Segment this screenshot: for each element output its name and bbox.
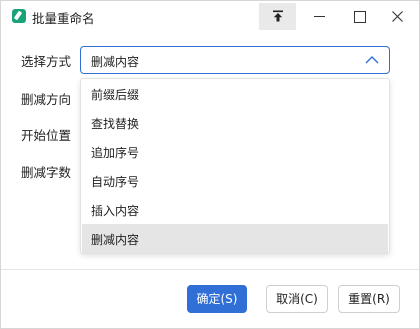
cancel-button[interactable]: 取消(C) [266,285,328,313]
title-bar[interactable]: 批量重命名 [1,1,419,33]
dropdown-option-auto-number[interactable]: 自动序号 [82,166,388,195]
close-button[interactable] [379,3,419,30]
label-start-position: 开始位置 [21,128,72,143]
dropdown-option-find-replace[interactable]: 查找替换 [82,108,388,137]
option-label: 删减内容 [91,233,140,247]
mode-select-value: 删减内容 [91,55,140,69]
dropdown-option-prefix-suffix[interactable]: 前缀后缀 [82,79,388,108]
rename-dialog: 批量重命名 选择方式 删减方向 开始位置 删减字数 删减内容 前缀后缀 查找替换… [0,0,420,329]
mode-dropdown-list: 前缀后缀 查找替换 追加序号 自动序号 插入内容 删减内容 [80,78,390,254]
option-label: 插入内容 [91,204,140,218]
option-label: 追加序号 [91,146,140,160]
mode-select[interactable]: 删减内容 [80,46,390,74]
reset-button[interactable]: 重置(R) [338,285,400,313]
window-title: 批量重命名 [32,11,95,26]
option-label: 查找替换 [91,117,140,131]
pin-top-icon [273,10,283,22]
close-icon [392,11,403,22]
dropdown-option-append-number[interactable]: 追加序号 [82,137,388,166]
chevron-up-icon [365,56,379,64]
footer-divider [1,269,419,270]
pin-top-button[interactable] [259,3,296,30]
confirm-button[interactable]: 确定(S) [187,285,247,313]
dropdown-option-delete-content[interactable]: 删减内容 [82,224,388,253]
minimize-button[interactable] [301,3,341,30]
dropdown-option-insert-content[interactable]: 插入内容 [82,195,388,224]
maximize-button[interactable] [341,3,381,30]
label-delete-direction: 删减方向 [21,92,72,107]
option-label: 自动序号 [91,175,140,189]
rename-app-icon [12,9,26,23]
option-label: 前缀后缀 [91,88,140,102]
label-select-mode: 选择方式 [21,54,72,69]
label-delete-count: 删减字数 [21,165,72,180]
